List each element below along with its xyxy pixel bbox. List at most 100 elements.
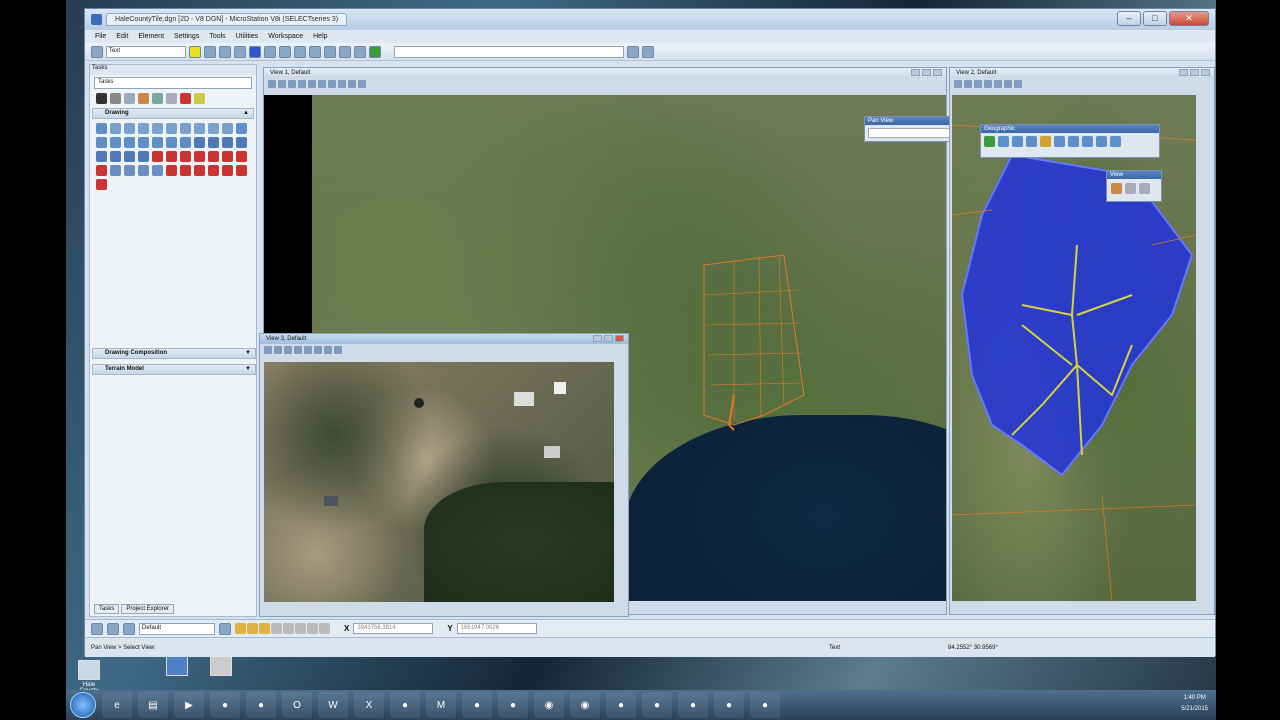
menu-workspace[interactable]: Workspace	[268, 33, 303, 40]
explorer-icon[interactable]: ▤	[138, 692, 168, 718]
view-attributes-icon[interactable]	[268, 80, 276, 88]
rotate-icon[interactable]	[96, 151, 107, 162]
update-view-icon[interactable]	[274, 346, 282, 354]
line-weight-icon[interactable]	[219, 45, 231, 58]
change-text-icon[interactable]	[236, 151, 247, 162]
line-icon[interactable]	[110, 123, 121, 134]
change-attributes-icon[interactable]	[222, 165, 233, 176]
google-earth-icon[interactable]	[1040, 136, 1051, 147]
menu-utilities[interactable]: Utilities	[236, 33, 259, 40]
view-close-button[interactable]	[933, 69, 942, 76]
align-icon[interactable]	[138, 151, 149, 162]
ungroup-icon[interactable]	[180, 165, 191, 176]
circle-icon[interactable]	[236, 123, 247, 134]
ellipse-icon[interactable]	[96, 137, 107, 148]
zoom-in-icon[interactable]	[974, 80, 982, 88]
snap-icon[interactable]	[264, 45, 276, 58]
view-button-2[interactable]	[247, 623, 258, 634]
app-icon[interactable]: ●	[246, 692, 276, 718]
tasks-combo[interactable]: Tasks	[94, 77, 252, 89]
menu-help[interactable]: Help	[313, 33, 327, 40]
window-area-icon[interactable]	[304, 346, 312, 354]
curve-icon[interactable]	[152, 123, 163, 134]
reference-icon[interactable]	[309, 45, 321, 58]
point-icon[interactable]	[138, 123, 149, 134]
rotate-view-icon[interactable]	[328, 80, 336, 88]
view-previous-icon[interactable]	[334, 346, 342, 354]
menu-element[interactable]: Element	[138, 33, 164, 40]
document-tab[interactable]: HaleCountyTile.dgn [2D - V8 DGN] - Micro…	[106, 13, 348, 26]
construct-icon[interactable]	[222, 123, 233, 134]
fit-view-icon[interactable]	[1004, 80, 1012, 88]
zoom-out-icon[interactable]	[294, 346, 302, 354]
view-maximize-button[interactable]	[922, 69, 931, 76]
delete-icon[interactable]	[180, 93, 191, 104]
mirror-icon[interactable]	[110, 151, 121, 162]
chamfer-icon[interactable]	[180, 137, 191, 148]
tab-tasks[interactable]: Tasks	[94, 604, 120, 614]
level-select[interactable]: Default	[139, 622, 215, 635]
excel-icon[interactable]: X	[354, 692, 384, 718]
attributes-icon[interactable]	[91, 45, 103, 58]
shape-icon[interactable]	[138, 137, 149, 148]
accudraw-icon[interactable]	[91, 622, 103, 635]
level-manager-icon[interactable]	[294, 45, 306, 58]
transparency-icon[interactable]	[234, 45, 246, 58]
view-maximize-button[interactable]	[1190, 69, 1199, 76]
microstation-taskbar-icon[interactable]: M	[426, 692, 456, 718]
print-icon[interactable]	[279, 45, 291, 58]
chrome-icon[interactable]: ◉	[534, 692, 564, 718]
arc-tool-icon[interactable]	[152, 137, 163, 148]
color-icon[interactable]	[189, 45, 201, 58]
view-previous-icon[interactable]	[348, 80, 356, 88]
firefox-icon[interactable]: ◉	[570, 692, 600, 718]
edit-text-icon[interactable]	[180, 151, 191, 162]
capture-icon[interactable]	[1082, 136, 1093, 147]
line-style-icon[interactable]	[204, 45, 216, 58]
stream-icon[interactable]	[208, 123, 219, 134]
export-kml-icon[interactable]	[1054, 136, 1065, 147]
ie-icon[interactable]: e	[102, 692, 132, 718]
menu-edit[interactable]: Edit	[116, 33, 128, 40]
help-icon[interactable]	[642, 45, 654, 58]
search-input[interactable]	[394, 45, 624, 58]
tag-icon[interactable]	[208, 151, 219, 162]
menu-file[interactable]: File	[95, 33, 106, 40]
maximize-button[interactable]: □	[1143, 11, 1167, 26]
view-button-1[interactable]	[235, 623, 246, 634]
globe-icon[interactable]	[984, 136, 995, 147]
view-groups-icon[interactable]	[219, 622, 231, 635]
polygon-icon[interactable]	[124, 137, 135, 148]
update-view-icon[interactable]	[278, 80, 286, 88]
app-icon[interactable]: ●	[606, 692, 636, 718]
system-clock[interactable]: 1:40 PM 5/21/2015	[1181, 693, 1208, 715]
pan-view-icon[interactable]	[1014, 80, 1022, 88]
view-attributes-icon[interactable]	[954, 80, 962, 88]
level-combo[interactable]: Text	[106, 45, 186, 58]
menu-tools[interactable]: Tools	[209, 33, 225, 40]
app-icon[interactable]: ●	[498, 692, 528, 718]
app-icon[interactable]: ●	[642, 692, 672, 718]
word-icon[interactable]: W	[318, 692, 348, 718]
view-button-8[interactable]	[319, 623, 330, 634]
copy-icon[interactable]	[208, 137, 219, 148]
view-button-7[interactable]	[307, 623, 318, 634]
fence-tool-icon[interactable]	[96, 179, 107, 190]
smartline-icon[interactable]	[96, 123, 107, 134]
unlock-icon[interactable]	[208, 165, 219, 176]
measure-icon[interactable]	[354, 45, 366, 58]
minimize-button[interactable]: –	[1117, 11, 1141, 26]
select-gcs-icon[interactable]	[998, 136, 1009, 147]
info-icon[interactable]	[339, 45, 351, 58]
reproject-icon[interactable]	[1026, 136, 1037, 147]
zoom-out-icon[interactable]	[298, 80, 306, 88]
snap-mode-icon[interactable]	[107, 622, 119, 635]
rectangle-icon[interactable]	[110, 137, 121, 148]
select-element-icon[interactable]	[96, 93, 107, 104]
view-button-4[interactable]	[271, 623, 282, 634]
zoom-in-icon[interactable]	[288, 80, 296, 88]
pan-icon[interactable]	[1111, 183, 1122, 194]
fillet-icon[interactable]	[166, 137, 177, 148]
view-button-3[interactable]	[259, 623, 270, 634]
view-3-aerial-canvas[interactable]	[264, 362, 614, 602]
